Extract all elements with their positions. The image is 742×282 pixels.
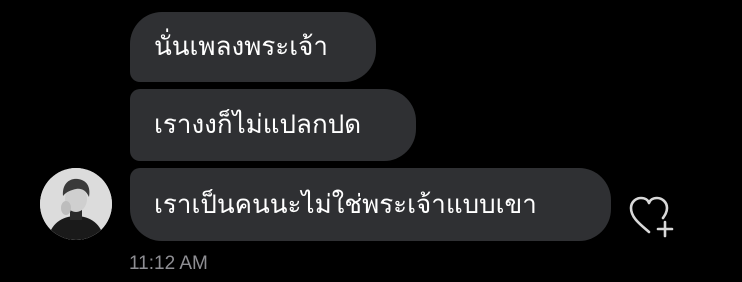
message-bubble[interactable]: เรางงก็ไม่แปลกปด bbox=[130, 89, 416, 161]
avatar-image bbox=[40, 168, 112, 240]
heart-plus-icon[interactable] bbox=[627, 193, 677, 239]
avatar[interactable] bbox=[40, 168, 112, 240]
message-text: นั่นเพลงพระเจ้า bbox=[154, 32, 328, 62]
message-timestamp: 11:12 AM bbox=[129, 253, 208, 274]
message-text: เราเป็นคนนะไม่ใช่พระเจ้าแบบเขา bbox=[154, 189, 537, 220]
message-bubble[interactable]: นั่นเพลงพระเจ้า bbox=[130, 12, 376, 82]
message-text: เรางงก็ไม่แปลกปด bbox=[154, 110, 362, 140]
message-bubble[interactable]: เราเป็นคนนะไม่ใช่พระเจ้าแบบเขา bbox=[130, 168, 611, 241]
